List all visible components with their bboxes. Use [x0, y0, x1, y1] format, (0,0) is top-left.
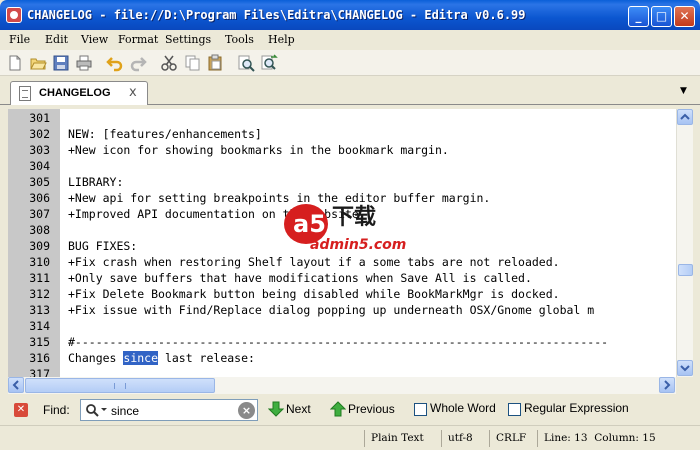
code-line[interactable]: +Improved API documentation on the websi… [68, 206, 366, 222]
regex-label[interactable]: Regular Expression [524, 401, 629, 415]
vertical-scroll-thumb[interactable] [678, 264, 693, 276]
status-encoding[interactable]: utf-8 [441, 430, 473, 447]
open-folder-icon[interactable] [29, 54, 47, 72]
menu-file[interactable]: File [9, 33, 30, 46]
scroll-down-button[interactable] [677, 360, 693, 376]
find-previous-label: Previous [348, 402, 395, 416]
editor-area[interactable]: 301 302 303 304 305 306 307 308 309 310 … [8, 109, 676, 377]
line-number: 308 [29, 223, 50, 237]
window-title: CHANGELOG - file://D:\Program Files\Edit… [27, 8, 526, 22]
line-number: 302 [29, 127, 50, 141]
tab-label: CHANGELOG [39, 87, 111, 99]
close-find-bar-button[interactable]: ✕ [14, 403, 28, 417]
menu-tools[interactable]: Tools [225, 33, 254, 46]
status-cursor-position: Line: 13 Column: 15 [537, 430, 656, 447]
code-text-after-match: last release: [158, 351, 255, 365]
menu-view[interactable]: View [81, 33, 108, 46]
close-window-button[interactable]: ✕ [674, 6, 695, 27]
undo-icon[interactable] [106, 54, 124, 72]
find-icon[interactable] [237, 54, 255, 72]
scroll-up-button[interactable] [677, 109, 693, 125]
save-icon[interactable] [52, 54, 70, 72]
tab-list-dropdown-icon[interactable]: ▼ [680, 86, 687, 96]
code-line[interactable]: +Fix crash when restoring Shelf layout i… [68, 254, 560, 270]
code-line[interactable]: #---------------------------------------… [68, 334, 608, 350]
status-bar: Plain Text utf-8 CRLF Line: 13 Column: 1… [0, 425, 700, 450]
line-number: 304 [29, 159, 50, 173]
redo-icon[interactable] [129, 54, 147, 72]
scroll-right-button[interactable] [659, 377, 675, 393]
arrow-down-icon [268, 401, 284, 417]
line-number: 310 [29, 255, 50, 269]
code-line[interactable]: +New api for setting breakpoints in the … [68, 190, 490, 206]
status-file-type[interactable]: Plain Text [364, 430, 424, 447]
line-number: 312 [29, 287, 50, 301]
tab-changelog[interactable]: CHANGELOG x [10, 81, 148, 105]
code-line[interactable]: LIBRARY: [68, 174, 123, 190]
find-replace-icon[interactable] [260, 54, 278, 72]
find-input[interactable] [111, 403, 231, 418]
line-number: 316 [29, 351, 50, 365]
horizontal-scrollbar[interactable] [8, 377, 676, 394]
whole-word-checkbox[interactable] [414, 403, 427, 416]
minimize-button[interactable]: _ [628, 6, 649, 27]
clear-search-icon[interactable]: × [238, 402, 255, 419]
vertical-scrollbar[interactable] [676, 109, 693, 377]
tab-close-icon[interactable]: x [129, 85, 137, 100]
search-options-icon[interactable] [85, 403, 109, 417]
line-number: 306 [29, 191, 50, 205]
code-line[interactable]: +Fix Delete Bookmark button being disabl… [68, 286, 560, 302]
tab-bar: CHANGELOG x ▼ [0, 77, 700, 105]
line-number: 307 [29, 207, 50, 221]
find-label: Find: [43, 403, 70, 417]
code-line[interactable]: +Only save buffers that have modificatio… [68, 270, 532, 286]
line-number: 309 [29, 239, 50, 253]
line-number: 303 [29, 143, 50, 157]
menu-bar: File Edit View Format Settings Tools Hel… [0, 30, 700, 50]
find-bar: ✕ Find: × Next Previous Whole Word Regul… [0, 396, 700, 424]
find-search-box[interactable]: × [80, 399, 258, 421]
find-next-label: Next [286, 402, 311, 416]
new-file-icon[interactable] [6, 54, 24, 72]
code-line[interactable]: +New icon for showing bookmarks in the b… [68, 142, 449, 158]
search-match-highlight: since [123, 351, 159, 365]
copy-icon[interactable] [183, 54, 201, 72]
arrow-up-icon [330, 401, 346, 417]
code-text-before-match: Changes [68, 351, 124, 365]
status-eol-mode[interactable]: CRLF [489, 430, 526, 447]
menu-edit[interactable]: Edit [45, 33, 68, 46]
scroll-left-button[interactable] [8, 377, 24, 393]
maximize-button[interactable]: □ [651, 6, 672, 27]
line-number: 313 [29, 303, 50, 317]
toolbar [0, 50, 700, 76]
line-number: 311 [29, 271, 50, 285]
paste-icon[interactable] [206, 54, 224, 72]
menu-format[interactable]: Format [118, 33, 158, 46]
horizontal-scroll-thumb[interactable] [25, 378, 215, 393]
code-line-with-match[interactable]: Changes since last release: [68, 350, 255, 366]
line-number-gutter: 301 302 303 304 305 306 307 308 309 310 … [8, 109, 60, 377]
editra-app-icon[interactable] [6, 7, 22, 23]
code-line[interactable]: +Fix issue with Find/Replace dialog popp… [68, 302, 594, 318]
line-number: 315 [29, 335, 50, 349]
whole-word-label[interactable]: Whole Word [430, 401, 496, 415]
regex-checkbox[interactable] [508, 403, 521, 416]
line-number: 305 [29, 175, 50, 189]
find-next-button[interactable]: Next [268, 400, 318, 420]
title-bar: CHANGELOG - file://D:\Program Files\Edit… [0, 0, 700, 30]
document-icon [19, 86, 31, 101]
code-line[interactable]: BUG FIXES: [68, 238, 137, 254]
line-number: 317 [29, 367, 50, 377]
menu-help[interactable]: Help [268, 33, 295, 46]
find-previous-button[interactable]: Previous [330, 400, 400, 420]
print-icon[interactable] [75, 54, 93, 72]
code-line[interactable]: NEW: [features/enhancements] [68, 126, 262, 142]
line-number: 301 [29, 111, 50, 125]
line-number: 314 [29, 319, 50, 333]
menu-settings[interactable]: Settings [165, 33, 211, 46]
cut-icon[interactable] [160, 54, 178, 72]
